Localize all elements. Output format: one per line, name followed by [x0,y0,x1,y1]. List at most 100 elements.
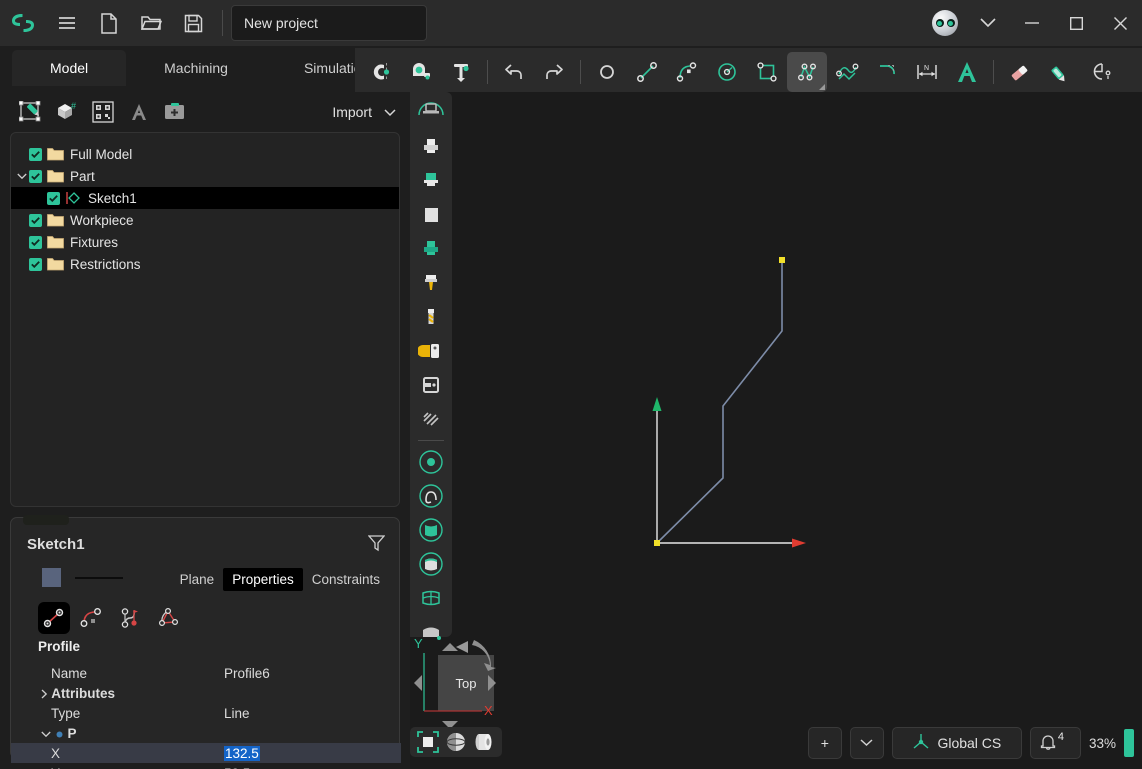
zoom-slider[interactable] [1124,729,1134,757]
folder-icon [47,213,64,227]
account-chevron-down-icon[interactable] [966,0,1010,46]
filter-funnel-icon[interactable] [368,534,385,557]
property-value[interactable]: Profile6 [224,666,401,681]
dimension-tool-icon[interactable]: N [907,52,947,92]
tab-machining[interactable]: Machining [126,50,266,86]
circle-tool-icon[interactable] [587,52,627,92]
tree-item-label: Workpiece [70,213,134,228]
magnet-snap-icon[interactable] [361,52,401,92]
view-nav-cube[interactable]: Top Y X [410,631,520,741]
history-clock-icon[interactable] [1080,52,1120,92]
panel-drag-handle[interactable] [23,515,69,525]
app-logo [0,0,46,46]
folder-icon [47,257,64,271]
new-sketch-icon[interactable] [16,97,46,127]
tree-item-workpiece[interactable]: Workpiece [11,209,399,231]
add-folder-icon[interactable] [160,97,190,127]
main-tabs: Model Machining Simulation [12,50,407,86]
tree-checkbox[interactable] [29,258,42,271]
tree-checkbox[interactable] [29,148,42,161]
save-disk-icon[interactable] [172,0,214,46]
fillet-tool-icon[interactable] [867,52,907,92]
tab-plane[interactable]: Plane [171,568,224,591]
line-profile-icon[interactable] [38,602,70,634]
fit-to-screen-icon[interactable] [416,730,440,754]
close-button[interactable] [1098,0,1142,46]
rectangle-tool-icon[interactable] [747,52,787,92]
properties-panel: Sketch1 Plane Properties Constraints [10,517,400,759]
tree-checkbox[interactable] [29,170,42,183]
tree-item-restrictions[interactable]: Restrictions [11,253,399,275]
text-tool-icon[interactable] [947,52,987,92]
eraser-tool-icon[interactable] [1000,52,1040,92]
coordinate-system-selector[interactable]: Global CS [892,727,1022,759]
left-panel: # [0,92,410,769]
spline-tool-icon[interactable] [827,52,867,92]
tree-item-full-model[interactable]: Full Model [11,143,399,165]
avatar[interactable] [932,10,958,36]
project-name-input[interactable] [231,5,427,41]
tab-constraints[interactable]: Constraints [303,568,389,591]
arc-tool-icon[interactable] [667,52,707,92]
color-swatch[interactable] [42,568,61,587]
open-folder-icon[interactable] [130,0,172,46]
caliper-icon[interactable] [441,52,481,92]
polygon-profile-icon[interactable] [152,602,184,634]
toolstrip-divider-3 [993,60,994,84]
arc-profile-icon[interactable] [76,602,108,634]
circle-center-tool-icon[interactable] [707,52,747,92]
property-row-type[interactable]: TypeLine [11,703,401,723]
tab-model[interactable]: Model [12,50,126,86]
viewport-3d[interactable]: Top Y X [410,92,1142,769]
new-file-icon[interactable] [88,0,130,46]
redo-icon[interactable] [534,52,574,92]
perspective-icon[interactable] [472,730,496,754]
folder-icon [47,147,64,161]
selected-value: 132.5 [224,746,260,761]
property-row-attributes[interactable]: Attributes [11,683,401,703]
tree-checkbox[interactable] [29,236,42,249]
text-element-icon[interactable] [124,97,154,127]
qr-pattern-icon[interactable] [88,97,118,127]
toolbar-divider [222,10,223,36]
profile-section-label: Profile [38,639,80,654]
property-row-y[interactable]: Y50.5 [11,763,401,769]
property-row-p[interactable]: P [11,723,401,743]
maximize-button[interactable] [1054,0,1098,46]
new-solid-icon[interactable]: # [52,97,82,127]
tree-checkbox[interactable] [29,214,42,227]
shading-sphere-icon[interactable] [444,730,468,754]
property-row-name[interactable]: NameProfile6 [11,663,401,683]
highlighter-tool-icon[interactable] [1040,52,1080,92]
line-tool-icon[interactable] [627,52,667,92]
folder-icon [47,169,64,183]
undo-icon[interactable] [494,52,534,92]
tree-item-fixtures[interactable]: Fixtures [11,231,399,253]
tab-properties[interactable]: Properties [223,568,303,591]
axis-triad-icon [912,733,930,754]
property-value[interactable]: Line [224,706,401,721]
add-chevron-down-icon[interactable] [850,727,884,759]
measure-probe-icon[interactable] [401,52,441,92]
minimize-button[interactable] [1010,0,1054,46]
property-value[interactable]: 50.5 [224,766,401,769]
property-value[interactable]: 132.5 [224,746,401,761]
tab-properties-label: Properties [232,572,294,587]
property-row-x[interactable]: X132.5 [11,743,401,763]
line-style-sample[interactable] [75,577,123,579]
tree-checkbox[interactable] [47,192,60,205]
polyline-tool-icon[interactable] [787,52,827,92]
tree-item-part[interactable]: Part [11,165,399,187]
nav-x-axis-label: X [484,703,493,718]
spline-profile-icon[interactable] [114,602,146,634]
add-button[interactable]: + [808,727,842,759]
hamburger-menu-icon[interactable] [46,0,88,46]
end-point [779,257,785,263]
nav-y-axis-label: Y [414,636,423,651]
tree-expander[interactable] [11,173,29,180]
tree-item-label: Full Model [70,147,132,162]
notifications-button[interactable]: 4 [1030,727,1081,759]
tree-item-sketch1[interactable]: Sketch1 [11,187,399,209]
import-button[interactable]: Import [332,104,396,120]
viewport-status-bar: + Global CS [808,727,1134,759]
